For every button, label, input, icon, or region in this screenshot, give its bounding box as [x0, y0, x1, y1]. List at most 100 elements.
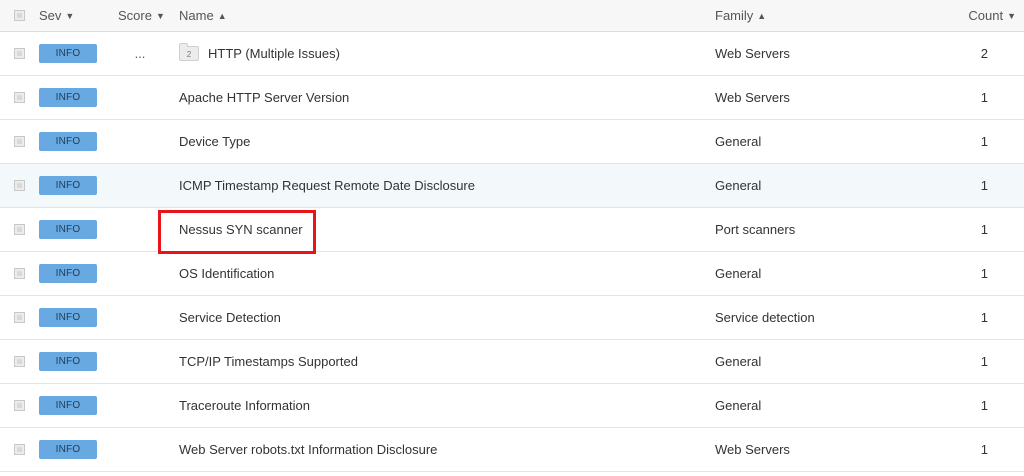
table-row[interactable]: INFO Service Detection Service detection… — [0, 296, 1024, 340]
severity-cell: INFO — [39, 76, 109, 119]
family-cell: General — [715, 384, 915, 427]
row-checkbox[interactable] — [14, 48, 25, 59]
table-row[interactable]: INFO Apache HTTP Server Version Web Serv… — [0, 76, 1024, 120]
family-cell: Web Servers — [715, 76, 915, 119]
plugin-family: Web Servers — [715, 46, 790, 61]
row-select-cell[interactable] — [14, 208, 28, 251]
score-header-label: Score — [118, 8, 152, 23]
select-all-checkbox[interactable] — [14, 10, 25, 21]
plugin-name[interactable]: TCP/IP Timestamps Supported — [179, 354, 358, 369]
select-all-cell[interactable] — [14, 0, 28, 31]
plugin-name-cell[interactable]: Service Detection — [179, 296, 679, 339]
score-cell — [118, 428, 168, 471]
row-select-cell[interactable] — [14, 340, 28, 383]
row-select-cell[interactable] — [14, 120, 28, 163]
plugin-name-cell[interactable]: 2 HTTP (Multiple Issues) — [179, 32, 679, 75]
table-header: Sev ▼ Score ▼ Name ▲ Family ▲ Count ▼ — [0, 0, 1024, 32]
row-checkbox[interactable] — [14, 312, 25, 323]
name-column-header[interactable]: Name ▲ — [179, 0, 679, 31]
plugin-count: 1 — [980, 222, 988, 237]
row-checkbox[interactable] — [14, 92, 25, 103]
score-value: ... — [134, 46, 146, 61]
vulnerabilities-table: Sev ▼ Score ▼ Name ▲ Family ▲ Count ▼ IN… — [0, 0, 1024, 472]
row-checkbox[interactable] — [14, 400, 25, 411]
family-header-label: Family — [715, 8, 754, 23]
plugin-count: 1 — [980, 178, 988, 193]
plugin-name-cell[interactable]: ICMP Timestamp Request Remote Date Discl… — [179, 164, 679, 207]
family-cell: General — [715, 340, 915, 383]
score-cell — [118, 120, 168, 163]
row-checkbox[interactable] — [14, 224, 25, 235]
table-row[interactable]: INFO TCP/IP Timestamps Supported General… — [0, 340, 1024, 384]
plugin-name[interactable]: HTTP (Multiple Issues) — [208, 46, 340, 61]
severity-badge: INFO — [39, 264, 97, 283]
family-cell: General — [715, 252, 915, 295]
row-checkbox[interactable] — [14, 268, 25, 279]
plugin-name[interactable]: Device Type — [179, 134, 250, 149]
severity-badge: INFO — [39, 308, 97, 327]
score-cell — [118, 340, 168, 383]
family-cell: General — [715, 164, 915, 207]
plugin-family: Service detection — [715, 310, 815, 325]
plugin-family: General — [715, 178, 762, 193]
table-body: INFO ... 2 HTTP (Multiple Issues) Web Ser… — [0, 32, 1024, 472]
row-select-cell[interactable] — [14, 428, 28, 471]
severity-cell: INFO — [39, 428, 109, 471]
plugin-name-cell[interactable]: Traceroute Information — [179, 384, 679, 427]
plugin-family: General — [715, 134, 762, 149]
plugin-name[interactable]: OS Identification — [179, 266, 274, 281]
score-cell — [118, 296, 168, 339]
plugin-name-cell[interactable]: OS Identification — [179, 252, 679, 295]
row-select-cell[interactable] — [14, 296, 28, 339]
count-cell: 1 — [908, 120, 988, 163]
count-cell: 1 — [908, 208, 988, 251]
row-select-cell[interactable] — [14, 32, 28, 75]
row-checkbox[interactable] — [14, 180, 25, 191]
plugin-count: 1 — [980, 354, 988, 369]
severity-cell: INFO — [39, 208, 109, 251]
table-row[interactable]: INFO OS Identification General 1 — [0, 252, 1024, 296]
family-cell: Web Servers — [715, 32, 915, 75]
row-checkbox[interactable] — [14, 356, 25, 367]
table-row[interactable]: INFO ... 2 HTTP (Multiple Issues) Web Ser… — [0, 32, 1024, 76]
name-header-label: Name — [179, 8, 214, 23]
plugin-name-cell[interactable]: Device Type — [179, 120, 679, 163]
plugin-name-cell[interactable]: TCP/IP Timestamps Supported — [179, 340, 679, 383]
table-row[interactable]: INFO Traceroute Information General 1 — [0, 384, 1024, 428]
row-select-cell[interactable] — [14, 76, 28, 119]
plugin-name-cell[interactable]: Apache HTTP Server Version — [179, 76, 679, 119]
plugin-name[interactable]: Service Detection — [179, 310, 281, 325]
count-cell: 1 — [908, 340, 988, 383]
family-column-header[interactable]: Family ▲ — [715, 0, 915, 31]
row-checkbox[interactable] — [14, 136, 25, 147]
sev-column-header[interactable]: Sev ▼ — [39, 0, 109, 31]
plugin-name[interactable]: Nessus SYN scanner — [179, 222, 303, 237]
plugin-family: General — [715, 398, 762, 413]
severity-cell: INFO — [39, 32, 109, 75]
plugin-name[interactable]: Traceroute Information — [179, 398, 310, 413]
row-checkbox[interactable] — [14, 444, 25, 455]
plugin-count: 1 — [980, 442, 988, 457]
row-select-cell[interactable] — [14, 384, 28, 427]
plugin-name[interactable]: Apache HTTP Server Version — [179, 90, 349, 105]
score-column-header[interactable]: Score ▼ — [118, 0, 168, 31]
plugin-name[interactable]: Web Server robots.txt Information Disclo… — [179, 442, 437, 457]
table-row[interactable]: INFO Device Type General 1 — [0, 120, 1024, 164]
score-cell — [118, 208, 168, 251]
table-row[interactable]: INFO Web Server robots.txt Information D… — [0, 428, 1024, 472]
row-select-cell[interactable] — [14, 164, 28, 207]
count-column-header[interactable]: Count ▼ — [936, 0, 1016, 31]
severity-cell: INFO — [39, 252, 109, 295]
plugin-name-cell[interactable]: Nessus SYN scanner — [179, 208, 679, 251]
family-cell: Web Servers — [715, 428, 915, 471]
plugin-name-cell[interactable]: Web Server robots.txt Information Disclo… — [179, 428, 679, 471]
plugin-name[interactable]: ICMP Timestamp Request Remote Date Discl… — [179, 178, 475, 193]
folder-count: 2 — [186, 50, 192, 59]
plugin-count: 1 — [980, 398, 988, 413]
table-row[interactable]: INFO ICMP Timestamp Request Remote Date … — [0, 164, 1024, 208]
table-row[interactable]: INFO Nessus SYN scanner Port scanners 1 — [0, 208, 1024, 252]
score-cell — [118, 76, 168, 119]
plugin-family: Port scanners — [715, 222, 796, 237]
count-cell: 1 — [908, 296, 988, 339]
row-select-cell[interactable] — [14, 252, 28, 295]
